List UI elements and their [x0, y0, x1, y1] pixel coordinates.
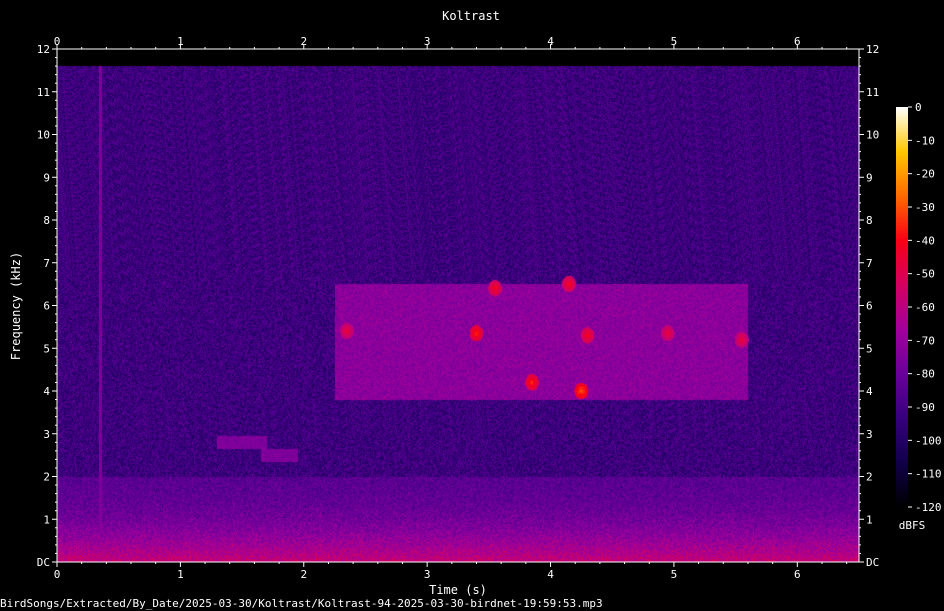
x-tick-label: 5 [671, 568, 678, 581]
colorbar-tick-label: -80 [915, 368, 935, 381]
colorbar-tick-label: -60 [915, 301, 935, 314]
y-tick-label: 4 [43, 385, 50, 398]
colorbar-tick-label: -40 [915, 234, 935, 247]
colorbar-tick-label: -110 [915, 468, 942, 481]
colorbar-label: dBFS [899, 519, 926, 532]
x-tick-label: 5 [671, 35, 678, 48]
y-tick-label: 8 [43, 214, 50, 227]
colorbar-tick-label: -10 [915, 134, 935, 147]
colorbar-tick-label: -50 [915, 268, 935, 281]
file-path: BirdSongs/Extracted/By_Date/2025-03-30/K… [0, 597, 603, 610]
y-tick-label: 9 [866, 171, 873, 184]
x-tick-label: 4 [547, 35, 554, 48]
x-tick-label: 3 [424, 35, 431, 48]
y-tick-label: 9 [43, 171, 50, 184]
plot-area [56, 48, 860, 563]
colorbar-gradient [896, 107, 908, 507]
x-tick-label: 2 [300, 568, 307, 581]
y-tick-label: 7 [43, 257, 50, 270]
colorbar: 0 -10 -20 -30 -40 -50 -60 -70 -80 -90 -100 -110 -120… [896, 101, 942, 532]
y-tick-label: 6 [43, 300, 50, 313]
x-tick-label: 0 [54, 568, 61, 581]
colorbar-tick-label: -100 [915, 434, 942, 447]
y-tick-label: 8 [866, 214, 873, 227]
y-tick-label: 11 [866, 86, 879, 99]
colorbar-tick-label: -20 [915, 168, 935, 181]
y-tick-label: DC [37, 556, 50, 569]
y-tick-label: 12 [37, 43, 50, 56]
y-axis-right: DC123456789101112 [859, 43, 879, 569]
x-tick-label: 2 [300, 35, 307, 48]
y-tick-label: 11 [37, 86, 50, 99]
y-tick-label: 4 [866, 385, 873, 398]
y-tick-label: 3 [866, 428, 873, 441]
y-tick-label: 6 [866, 300, 873, 313]
y-tick-label: 5 [43, 342, 50, 355]
x-tick-label: 0 [54, 35, 61, 48]
x-tick-label: 6 [794, 568, 801, 581]
colorbar-tick-label: -30 [915, 201, 935, 214]
y-tick-label: DC [866, 556, 879, 569]
y-tick-label: 2 [43, 471, 50, 484]
y-tick-label: 10 [866, 129, 879, 142]
y-tick-label: 7 [866, 257, 873, 270]
y-tick-label: 1 [43, 513, 50, 526]
y-tick-label: 2 [866, 471, 873, 484]
x-axis-bottom: 0 1 2 3 4 5 6 [54, 562, 848, 581]
y-tick-label: 12 [866, 43, 879, 56]
x-tick-label: 1 [177, 568, 184, 581]
y-axis-left: DC123456789101112 [37, 43, 57, 569]
colorbar-tick-label: -90 [915, 401, 935, 414]
colorbar-tick-label: 0 [915, 101, 922, 114]
y-tick-label: 3 [43, 428, 50, 441]
x-tick-label: 4 [547, 568, 554, 581]
chart-title: Koltrast [442, 9, 500, 23]
x-tick-label: 3 [424, 568, 431, 581]
y-tick-label: 10 [37, 129, 50, 142]
x-tick-label: 1 [177, 35, 184, 48]
colorbar-ticks: 0 -10 -20 -30 -40 -50 -60 -70 -80 -90 -100 -110 -120 [908, 101, 942, 514]
x-tick-label: 6 [794, 35, 801, 48]
spectrogram-figure: Koltrast 0123456 0123456 DC1234567891011… [9, 9, 942, 597]
x-axis-label: Time (s) [429, 583, 487, 597]
y-tick-label: 1 [866, 513, 873, 526]
spectrogram-heatmap [57, 49, 859, 562]
y-tick-label: 5 [866, 342, 873, 355]
colorbar-tick-label: -120 [915, 501, 942, 514]
colorbar-tick-label: -70 [915, 334, 935, 347]
x-axis-top: 0 1 2 3 4 5 6 [54, 35, 848, 49]
y-axis-label: Frequency (kHz) [9, 252, 23, 360]
